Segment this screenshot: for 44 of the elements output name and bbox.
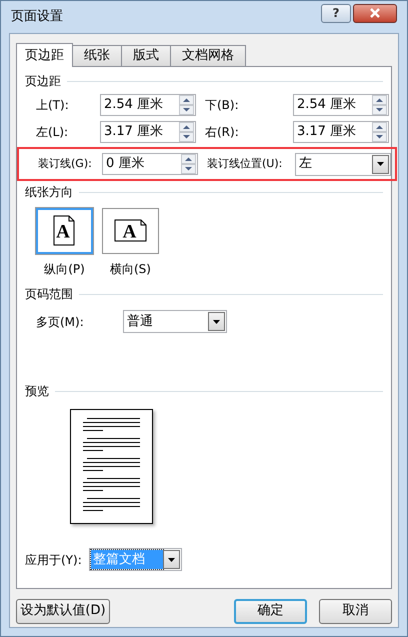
spinner-arrows-icon <box>179 95 194 115</box>
tab[interactable]: 版式 <box>121 45 171 66</box>
dialog-button[interactable]: 设为默认值(D) <box>16 598 110 624</box>
page-letter-icon: A <box>53 215 76 247</box>
spin-field[interactable]: 3.17 厘米 <box>100 121 196 143</box>
field-label: 应用于(Y): <box>25 552 83 568</box>
field-label: 右(R): <box>204 124 240 141</box>
dialog-button[interactable]: 确定 <box>234 598 307 624</box>
spin-field[interactable]: 3.17 厘米 <box>293 121 389 143</box>
field-label: 装订线(G): <box>38 156 93 172</box>
page-letter-icon: A <box>114 219 148 243</box>
orientation-label: 纵向(P) <box>44 261 85 278</box>
field-label: 上(T): <box>36 97 70 114</box>
spinner-arrows-icon <box>372 95 387 115</box>
window-title: 页面设置 <box>11 8 63 26</box>
spinner-arrows-icon <box>181 154 196 174</box>
field-label: 左(L): <box>36 124 70 141</box>
section-heading: 纸张方向 <box>25 184 73 201</box>
caret-icon <box>213 320 220 324</box>
spin-field[interactable]: 0 厘米 <box>102 153 198 175</box>
caret-icon <box>377 162 384 166</box>
field-label: 多页(M): <box>36 314 85 330</box>
dropdown[interactable]: 左 <box>295 152 391 176</box>
orientation-button[interactable]: A <box>102 208 159 254</box>
tab[interactable]: 页边距 <box>16 43 73 67</box>
section-heading: 页码范围 <box>25 286 73 303</box>
section-heading: 页边距 <box>25 73 61 90</box>
help-button[interactable]: ? <box>321 4 351 22</box>
field-label: 装订线位置(U): <box>206 156 284 172</box>
spinner-arrows-icon <box>179 122 194 142</box>
spinner-arrows-icon <box>372 122 387 142</box>
orientation-label: 横向(S) <box>110 261 151 278</box>
spin-field[interactable]: 2.54 厘米 <box>293 94 389 116</box>
section-heading: 预览 <box>25 383 49 400</box>
caret-icon <box>168 558 175 562</box>
tab[interactable]: 纸张 <box>72 45 122 66</box>
dialog-button[interactable]: 取消 <box>319 598 392 624</box>
dropdown[interactable]: 普通 <box>123 310 227 333</box>
tab[interactable]: 文档网格 <box>170 45 246 66</box>
orientation-button[interactable]: A <box>36 208 93 254</box>
spin-field[interactable]: 2.54 厘米 <box>100 94 196 116</box>
close-button[interactable] <box>353 4 397 22</box>
close-icon <box>369 8 381 18</box>
field-label: 下(B): <box>204 97 240 114</box>
